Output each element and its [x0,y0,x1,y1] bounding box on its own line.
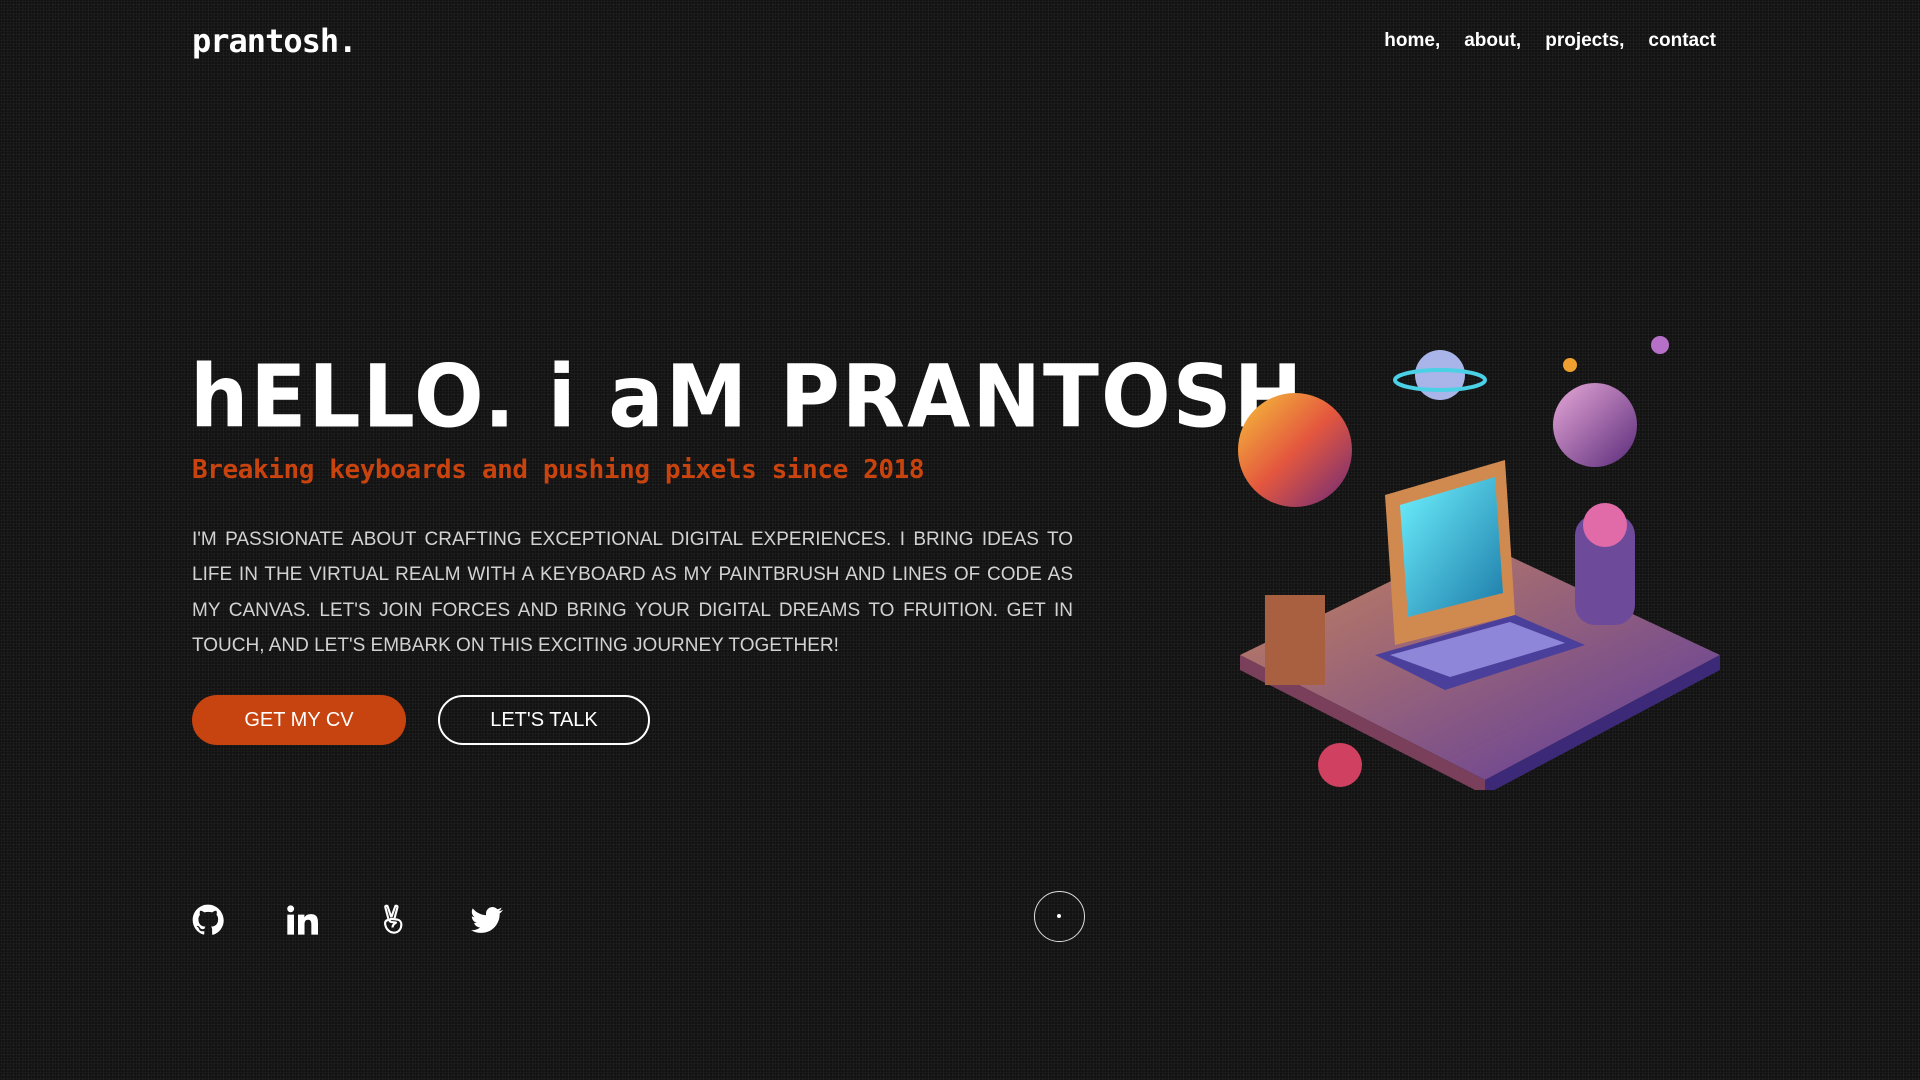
angellist-icon[interactable] [378,904,410,936]
nav-about[interactable]: about, [1464,30,1521,52]
hero-description: I'm passionate about crafting exceptiona… [192,529,1073,656]
scroll-indicator[interactable] [1034,891,1085,942]
lets-talk-button[interactable]: LET'S TALK [438,695,650,745]
scroll-dot [1057,914,1061,918]
isometric-workspace-illustration [1238,336,1720,790]
logo[interactable]: prantosh. [192,22,357,60]
hero-title: hELLO. i aM PRANTOSH [190,347,1305,448]
github-icon[interactable] [192,904,224,936]
nav-home[interactable]: home, [1384,30,1440,52]
nav-projects[interactable]: projects, [1545,30,1624,52]
get-cv-button[interactable]: GET MY CV [192,695,406,745]
hero-subtitle: Breaking keyboards and pushing pixels si… [192,455,925,485]
linkedin-icon[interactable] [286,904,318,936]
nav-contact[interactable]: contact [1648,30,1716,52]
main-nav: home, about, projects, contact [1384,30,1716,52]
twitter-icon[interactable] [471,904,503,936]
